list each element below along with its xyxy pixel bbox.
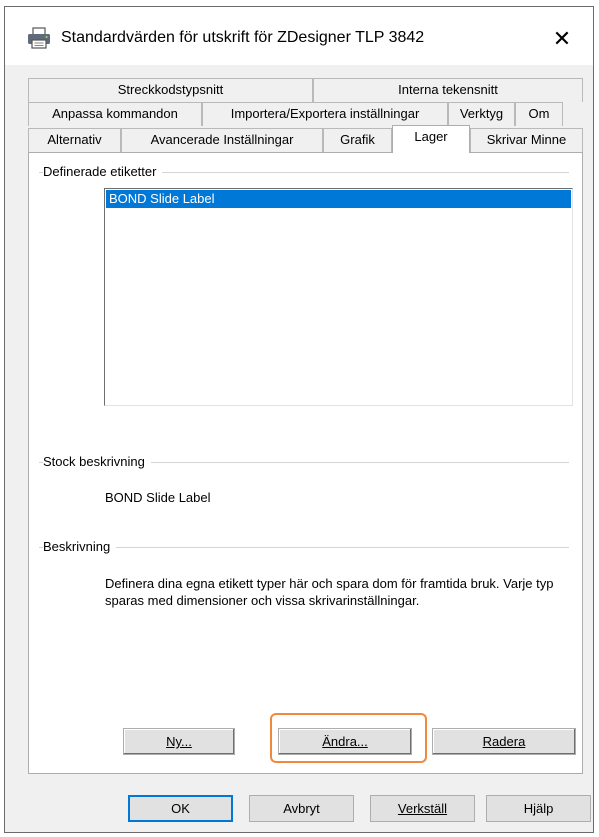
- group-label-defined-labels: Definerade etiketter: [43, 164, 163, 179]
- tab-grafik[interactable]: Grafik: [323, 128, 392, 152]
- ok-button[interactable]: OK: [128, 795, 233, 822]
- print-defaults-dialog: Standardvärden för utskrift för ZDesigne…: [4, 6, 594, 833]
- new-button[interactable]: Ny...: [123, 728, 235, 755]
- delete-button-label: Radera: [482, 734, 526, 749]
- group-divider: [39, 547, 569, 549]
- tab-importera-exportera[interactable]: Importera/Exportera inställningar: [202, 102, 448, 126]
- apply-button-label: Verkställ: [397, 801, 448, 816]
- close-icon: ✕: [552, 26, 572, 51]
- tab-avancerade-installningar[interactable]: Avancerade Inställningar: [121, 128, 323, 152]
- new-button-label: Ny...: [166, 734, 192, 749]
- stock-description-value: BOND Slide Label: [105, 490, 211, 505]
- cancel-button[interactable]: Avbryt: [249, 795, 354, 822]
- tab-skrivar-minne[interactable]: Skrivar Minne: [470, 128, 583, 152]
- window-title: Standardvärden för utskrift för ZDesigne…: [61, 29, 425, 46]
- title-bar: Standardvärden för utskrift för ZDesigne…: [5, 7, 593, 65]
- help-button[interactable]: Hjälp: [486, 795, 591, 822]
- list-item[interactable]: BOND Slide Label: [106, 190, 571, 208]
- tab-interna-tekensnitt[interactable]: Interna tekensnitt: [313, 78, 583, 102]
- tab-lager[interactable]: Lager: [392, 125, 470, 153]
- close-button[interactable]: ✕: [537, 17, 587, 57]
- highlight-box: [270, 713, 427, 763]
- tab-streckkodstypsnitt[interactable]: Streckkodstypsnitt: [28, 78, 313, 102]
- description-text: Definera dina egna etikett typer här och…: [105, 576, 554, 608]
- group-label-stock: Stock beskrivning: [43, 454, 151, 469]
- tab-panel-lager: Definerade etiketter BOND Slide Label St…: [28, 152, 583, 774]
- group-label-description: Beskrivning: [43, 539, 117, 554]
- tab-om[interactable]: Om: [515, 102, 563, 126]
- tab-alternativ[interactable]: Alternativ: [28, 128, 121, 152]
- apply-button[interactable]: Verkställ: [370, 795, 475, 822]
- tab-verktyg[interactable]: Verktyg: [448, 102, 515, 126]
- delete-button[interactable]: Radera: [432, 728, 576, 755]
- printer-icon: [28, 27, 50, 49]
- tab-anpassa-kommandon[interactable]: Anpassa kommandon: [28, 102, 202, 126]
- defined-labels-listbox[interactable]: BOND Slide Label: [104, 188, 573, 406]
